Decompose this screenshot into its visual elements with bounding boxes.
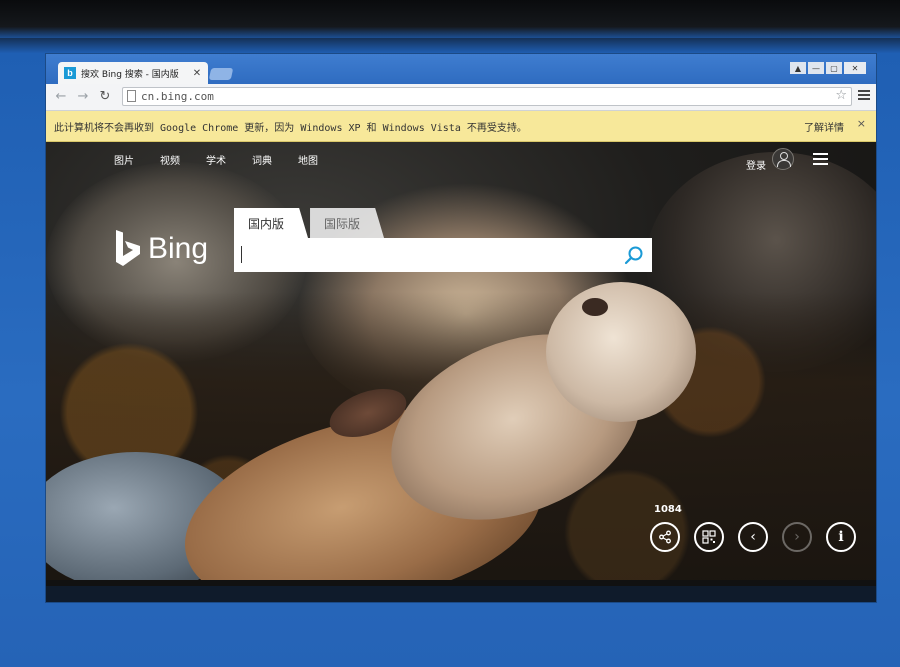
bing-wordmark: Bing	[148, 232, 209, 265]
monitor-bezel	[0, 0, 900, 38]
bing-homepage: 图片 视频 学术 词典 地图 登录 Bing 国内版 国际版 1084 ‹ › …	[46, 142, 876, 580]
window-controls: ▲ — ▢ ✕	[790, 62, 866, 74]
qr-icon[interactable]	[694, 522, 724, 552]
close-window-button[interactable]: ✕	[844, 62, 866, 74]
address-bar[interactable]: cn.bing.com ☆	[122, 87, 852, 106]
image-controls: ‹ › i	[650, 522, 856, 552]
share-icon[interactable]	[650, 522, 680, 552]
infobar-close-icon[interactable]: ×	[857, 117, 866, 130]
user-switch-button[interactable]: ▲	[790, 62, 806, 74]
update-infobar: 此计算机将不会再收到 Google Chrome 更新，因为 Windows X…	[46, 111, 876, 142]
signin-link[interactable]: 登录	[746, 157, 766, 172]
maximize-button[interactable]: ▢	[826, 62, 842, 74]
search-region-tabs: 国内版 国际版	[234, 208, 385, 238]
bing-logo[interactable]: Bing	[114, 230, 208, 268]
new-tab-button[interactable]	[208, 68, 234, 80]
tab-bing[interactable]: b 搜欢 Bing 搜索 - 国内版 ✕	[58, 62, 208, 84]
nav-dictionary[interactable]: 词典	[252, 152, 272, 167]
bing-b-icon	[114, 230, 142, 268]
bing-favicon-icon: b	[64, 67, 76, 79]
forward-icon[interactable]: →	[74, 88, 92, 106]
back-icon[interactable]: ←	[52, 88, 70, 106]
learn-more-link[interactable]: 了解详情	[804, 119, 844, 134]
next-icon[interactable]: ›	[782, 522, 812, 552]
url-text: cn.bing.com	[141, 90, 214, 103]
hamburger-icon[interactable]	[813, 153, 828, 165]
share-count: 1084	[654, 504, 682, 515]
star-icon[interactable]: ☆	[835, 88, 847, 103]
otter-head	[546, 282, 696, 422]
nav-images[interactable]: 图片	[114, 152, 134, 167]
search-icon[interactable]	[624, 245, 644, 265]
page-icon	[127, 90, 136, 102]
user-icon[interactable]	[772, 148, 794, 170]
bottom-strip	[46, 580, 876, 586]
otter-nose	[582, 298, 608, 316]
tab-title: 搜欢 Bing 搜索 - 国内版	[81, 69, 179, 80]
tab-close-icon[interactable]: ✕	[192, 68, 202, 79]
browser-toolbar: ← → ↻ cn.bing.com ☆	[46, 84, 876, 111]
browser-window: b 搜欢 Bing 搜索 - 国内版 ✕ ▲ — ▢ ✕ ← → ↻ cn.bi…	[46, 54, 876, 602]
nav-videos[interactable]: 视频	[160, 152, 180, 167]
info-icon[interactable]: i	[826, 522, 856, 552]
reload-icon[interactable]: ↻	[96, 88, 114, 106]
title-bar: b 搜欢 Bing 搜索 - 国内版 ✕ ▲ — ▢ ✕	[46, 54, 876, 84]
bing-nav: 图片 视频 学术 词典 地图	[114, 152, 318, 167]
nav-maps[interactable]: 地图	[298, 152, 318, 167]
page-bottom-bar	[46, 580, 876, 602]
menu-icon[interactable]	[858, 90, 870, 100]
nav-academic[interactable]: 学术	[206, 152, 226, 167]
infobar-message: 此计算机将不会再收到 Google Chrome 更新，因为 Windows X…	[54, 123, 527, 134]
tab-domestic[interactable]: 国内版	[234, 208, 309, 238]
tab-international[interactable]: 国际版	[310, 208, 385, 238]
search-input[interactable]	[240, 243, 614, 267]
prev-icon[interactable]: ‹	[738, 522, 768, 552]
search-box	[234, 238, 652, 272]
minimize-button[interactable]: —	[808, 62, 824, 74]
